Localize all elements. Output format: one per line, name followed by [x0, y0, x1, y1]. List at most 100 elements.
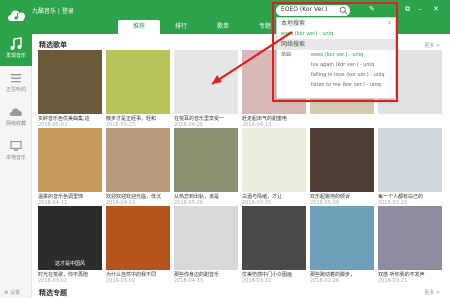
- playlist-card[interactable]: 每一个人都有白己的 2018-03-29: [378, 128, 442, 206]
- sidebar-item-label: 发现音乐: [5, 53, 26, 59]
- playlist-title[interactable]: 赶走起床气的甜蜜电: [242, 115, 306, 122]
- minimize-icon[interactable]: –: [418, 5, 422, 13]
- local-search-header: 本地搜索: [281, 20, 306, 27]
- suggestion-text: eoeo (kor ver.) - uniq: [281, 31, 334, 37]
- sidebar: 发现音乐 正在听的 网络收藏 本地音乐 ⚙ 设置: [0, 34, 32, 298]
- playlist-title[interactable]: 买醉音乐色优美曲集,这: [38, 115, 102, 122]
- app-title[interactable]: 九酷音乐 | 登录: [32, 6, 74, 15]
- playlist-title[interactable]: 时光在荒歌，你不再陪: [38, 271, 102, 278]
- more-link-label: 更多: [424, 43, 435, 49]
- suggestion-row[interactable]: 单曲 eoeo (kor ver.) - uniq: [277, 50, 395, 60]
- playlist-card[interactable]: 白酒与情绪，才让 2018-03-25: [242, 128, 306, 206]
- bottom-section-title: 精选专题: [39, 289, 67, 297]
- playlist-card[interactable]: 散步才是正经事，轻和 2018-03-23: [106, 50, 170, 128]
- playlist-cover[interactable]: [106, 128, 170, 192]
- tab-playlists[interactable]: 歌单: [202, 20, 244, 34]
- bottom-more-link[interactable]: 更多 >: [424, 289, 440, 296]
- playlist-title[interactable]: 那些你身边的甜音乐: [174, 271, 238, 278]
- playlist-cover[interactable]: [242, 128, 306, 192]
- playlist-title[interactable]: 每一个人都有白己的: [378, 193, 442, 200]
- playlist-title[interactable]: 为什么自然中的我不同: [106, 271, 170, 278]
- suggestion-text: eoeo (kor ver.) - uniq: [311, 52, 364, 58]
- sidebar-item-local[interactable]: 本地音乐: [0, 136, 32, 168]
- suggestion-category: 单曲: [281, 52, 292, 58]
- sidebar-item-label: 正在听的: [5, 87, 26, 93]
- cloud-logo-icon: [8, 10, 26, 21]
- web-search-header: 网络搜索: [277, 39, 395, 50]
- suggestion-text: falling in love (kor ver.) - uniq: [311, 72, 385, 78]
- suggestion-row[interactable]: luv again (kor ver.) - uniq: [277, 60, 395, 70]
- cover-caption: 这才是中国风: [54, 261, 85, 267]
- tab-recommend[interactable]: 推荐: [118, 20, 160, 34]
- more-link-label: 更多: [424, 290, 435, 296]
- monitor-icon: [10, 140, 22, 151]
- music-note-icon: [10, 37, 22, 50]
- playlist-cover[interactable]: 这才是中国风: [38, 206, 102, 270]
- playlist-cover[interactable]: [174, 50, 238, 114]
- sidebar-item-label: 网络收藏: [5, 121, 26, 127]
- search-input[interactable]: EOEO (Kor Ver.): [276, 5, 350, 16]
- playlist-cover[interactable]: [106, 50, 170, 114]
- playlist-card[interactable]: 这才是中国风时光在荒歌，你不再陪 2018-03-02: [38, 206, 102, 284]
- playlist-title[interactable]: 白酒与情绪，才让: [242, 193, 306, 200]
- search-input-value: EOEO (Kor Ver.): [281, 6, 328, 13]
- playlist-title[interactable]: 散步才是正经事，轻和: [106, 115, 170, 122]
- sidebar-item-cloud[interactable]: 网络收藏: [0, 102, 32, 134]
- suggestion-text: listen to me (kor ver.) - uniq: [311, 82, 381, 88]
- suggestion-text: luv again (kor ver.) - uniq: [311, 62, 374, 68]
- playlist-cover[interactable]: [310, 206, 374, 270]
- sidebar-item-discover[interactable]: 发现音乐: [0, 34, 32, 66]
- playlist-card[interactable]: 在悦耳的音乐里享受一 2018-04-26: [174, 50, 238, 128]
- playlist-date: 2018-03-12: [242, 278, 272, 284]
- close-icon[interactable]: ✕: [433, 5, 439, 13]
- playlist-date: 2018-04-13: [174, 278, 204, 284]
- suggestion-row[interactable]: falling in love (kor ver.) - uniq: [277, 70, 395, 80]
- playlist-card[interactable]: 欢乐起跳地的倾诉 2018-05-09: [310, 128, 374, 206]
- playlist-cover[interactable]: [378, 206, 442, 270]
- playlist-cover[interactable]: [174, 206, 238, 270]
- gear-icon: ⚙: [4, 290, 9, 296]
- playlist-cover[interactable]: [106, 206, 170, 270]
- playlist-title[interactable]: 温柔的音乐色调里饰: [38, 193, 102, 200]
- playlist-cover[interactable]: [38, 50, 102, 114]
- sidebar-item-label: 本地音乐: [5, 155, 26, 161]
- main-tabs: 推荐 排行 歌单 专题: [118, 20, 286, 34]
- search-dropdown: ✕ 本地搜索 eoeo (kor ver.) - uniq 网络搜索 单曲 eo…: [276, 17, 396, 99]
- list-icon: [11, 74, 21, 83]
- close-icon[interactable]: ✕: [387, 20, 392, 27]
- more-link[interactable]: 更多 >: [424, 42, 440, 49]
- suggestion-row[interactable]: listen to me (kor ver.) - uniq: [277, 80, 395, 90]
- playlist-card[interactable]: 双惑 听你我的不发声 2018-03-21: [378, 206, 442, 284]
- search-icon[interactable]: [339, 6, 348, 15]
- playlist-title[interactable]: 优美伤感中门小众图画: [242, 271, 306, 278]
- playlist-title[interactable]: 那些跑动着的脚步，: [310, 271, 374, 278]
- playlist-card[interactable]: 优美伤感中门小众图画 2018-03-12: [242, 206, 306, 284]
- playlist-title[interactable]: 欢迎欢迎欢迎光临，低沉: [106, 193, 170, 200]
- playlist-title[interactable]: 在悦耳的音乐里享受一: [174, 115, 238, 122]
- playlist-card[interactable]: 为什么自然中的我不同 2018-03-02: [106, 206, 170, 284]
- playlist-card[interactable]: 买醉音乐色优美曲集,这 2018-05-03: [38, 50, 102, 128]
- sidebar-item-playing[interactable]: 正在听的: [0, 68, 32, 100]
- cloud-icon: [9, 108, 22, 116]
- playlist-card[interactable]: 从热恋到出轨，该是 2018-05-26: [174, 128, 238, 206]
- skin-icon[interactable]: ✎: [369, 5, 375, 13]
- playlist-cover[interactable]: [38, 128, 102, 192]
- tab-ranking[interactable]: 排行: [160, 20, 202, 34]
- playlist-title[interactable]: 从热恋到出轨，该是: [174, 193, 238, 200]
- playlist-date: 2018-03-02: [38, 278, 68, 284]
- playlist-title[interactable]: 双惑 听你我的不发声: [378, 271, 442, 278]
- window-mode-icon[interactable]: ⧉: [405, 5, 410, 13]
- playlist-date: 2018-03-02: [106, 278, 136, 284]
- playlist-date: 2018-03-21: [378, 278, 408, 284]
- playlist-cover[interactable]: [378, 128, 442, 192]
- playlist-cover[interactable]: [242, 206, 306, 270]
- playlist-card[interactable]: 那些跑动着的脚步， 2018-02-26: [310, 206, 374, 284]
- playlist-cover[interactable]: [310, 128, 374, 192]
- playlist-title[interactable]: 欢乐起跳地的倾诉: [310, 193, 374, 200]
- playlist-card[interactable]: 温柔的音乐色调里饰 2018-04-11: [38, 128, 102, 206]
- suggestion-row[interactable]: eoeo (kor ver.) - uniq: [277, 29, 395, 39]
- playlist-cover[interactable]: [174, 128, 238, 192]
- settings-link[interactable]: ⚙ 设置: [4, 289, 20, 296]
- playlist-card[interactable]: 那些你身边的甜音乐 2018-04-13: [174, 206, 238, 284]
- playlist-card[interactable]: 欢迎欢迎欢迎光临，低沉 2018-04-13: [106, 128, 170, 206]
